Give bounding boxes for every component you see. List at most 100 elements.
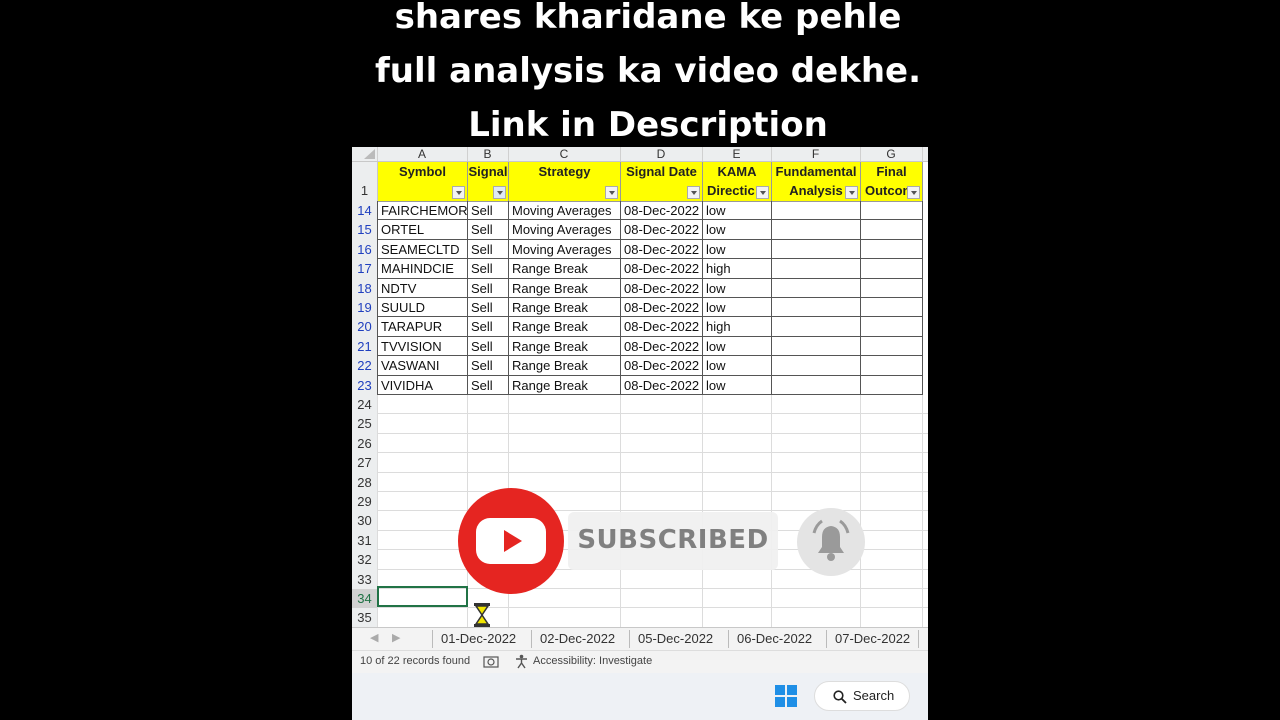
dropdown-icon[interactable]	[452, 186, 465, 199]
dropdown-icon[interactable]	[845, 186, 858, 199]
header-final-outcome[interactable]: Final Outcon	[861, 162, 923, 202]
table-cell-empty[interactable]	[772, 317, 861, 336]
row-number[interactable]: 16	[352, 240, 377, 259]
header-fundamental-analysis[interactable]: Fundamental Analysis	[772, 162, 861, 202]
table-cell-empty[interactable]	[861, 317, 923, 336]
table-cell-strategy[interactable]: Moving Averages	[509, 240, 621, 259]
table-cell-empty[interactable]	[861, 279, 923, 298]
row-number[interactable]: 28	[352, 473, 377, 492]
table-cell-date[interactable]: 08-Dec-2022	[621, 279, 703, 298]
youtube-play-icon[interactable]	[456, 486, 566, 596]
table-cell-empty[interactable]	[772, 376, 861, 395]
dropdown-icon[interactable]	[756, 186, 769, 199]
tab-07-dec-2022[interactable]: 07-Dec-2022	[826, 630, 920, 648]
table-cell-empty[interactable]	[861, 259, 923, 278]
taskbar-search-button[interactable]: Search	[814, 681, 910, 711]
header-signal[interactable]: Signal	[468, 162, 509, 202]
table-cell-strategy[interactable]: Moving Averages	[509, 220, 621, 239]
table-cell-empty[interactable]	[861, 201, 923, 220]
table-cell-symbol[interactable]: MAHINDCIE	[378, 259, 468, 278]
active-cell[interactable]	[377, 586, 468, 607]
row-number[interactable]: 29	[352, 492, 377, 511]
table-cell-strategy[interactable]: Moving Averages	[509, 201, 621, 220]
table-cell-strategy[interactable]: Range Break	[509, 259, 621, 278]
table-cell-symbol[interactable]: SEAMECLTD	[378, 240, 468, 259]
table-cell-symbol[interactable]: ORTEL	[378, 220, 468, 239]
table-cell-symbol[interactable]: NDTV	[378, 279, 468, 298]
table-cell-kama[interactable]: low	[703, 376, 772, 395]
header-signal-date[interactable]: Signal Date	[621, 162, 703, 202]
table-cell-empty[interactable]	[772, 240, 861, 259]
table-cell-date[interactable]: 08-Dec-2022	[621, 298, 703, 317]
filter-icon[interactable]	[493, 186, 506, 199]
table-cell-signal[interactable]: Sell	[468, 279, 509, 298]
row-number[interactable]: 32	[352, 550, 377, 569]
row-number[interactable]: 24	[352, 395, 377, 414]
header-kama-direction[interactable]: KAMA Directic	[703, 162, 772, 202]
row-number[interactable]: 23	[352, 376, 377, 395]
table-cell-strategy[interactable]: Range Break	[509, 279, 621, 298]
table-cell-kama[interactable]: low	[703, 356, 772, 375]
table-cell-signal[interactable]: Sell	[468, 240, 509, 259]
table-cell-signal[interactable]: Sell	[468, 317, 509, 336]
column-letter-d[interactable]: D	[620, 147, 703, 161]
table-cell-signal[interactable]: Sell	[468, 259, 509, 278]
table-cell-date[interactable]: 08-Dec-2022	[621, 337, 703, 356]
dropdown-icon[interactable]	[605, 186, 618, 199]
table-cell-kama[interactable]: low	[703, 279, 772, 298]
table-cell-signal[interactable]: Sell	[468, 376, 509, 395]
table-cell-date[interactable]: 08-Dec-2022	[621, 201, 703, 220]
table-cell-strategy[interactable]: Range Break	[509, 317, 621, 336]
next-sheet-arrow-icon[interactable]: ▶	[392, 631, 400, 644]
table-cell-strategy[interactable]: Range Break	[509, 356, 621, 375]
row-number[interactable]: 34	[352, 589, 377, 609]
row-number[interactable]: 22	[352, 356, 377, 375]
dropdown-icon[interactable]	[687, 186, 700, 199]
macro-record-icon[interactable]	[483, 655, 499, 669]
table-cell-symbol[interactable]: SUULD	[378, 298, 468, 317]
table-cell-symbol[interactable]: VASWANI	[378, 356, 468, 375]
table-cell-kama[interactable]: high	[703, 317, 772, 336]
prev-sheet-arrow-icon[interactable]: ◀	[370, 631, 378, 644]
table-cell-empty[interactable]	[772, 356, 861, 375]
header-symbol[interactable]: Symbol	[378, 162, 468, 202]
row-number[interactable]: 25	[352, 414, 377, 433]
tab-05-dec-2022[interactable]: 05-Dec-2022	[629, 630, 721, 648]
table-cell-strategy[interactable]: Range Break	[509, 337, 621, 356]
table-cell-empty[interactable]	[861, 240, 923, 259]
table-cell-symbol[interactable]: VIVIDHA	[378, 376, 468, 395]
row-number[interactable]: 21	[352, 337, 377, 356]
row-number[interactable]: 26	[352, 434, 377, 453]
table-cell-signal[interactable]: Sell	[468, 298, 509, 317]
table-cell-signal[interactable]: Sell	[468, 201, 509, 220]
column-letter-b[interactable]: B	[467, 147, 509, 161]
select-all-corner[interactable]	[352, 147, 378, 161]
subscribed-badge[interactable]: SUBSCRIBED	[568, 512, 778, 570]
table-cell-empty[interactable]	[861, 298, 923, 317]
row-number-1[interactable]: 1	[352, 181, 377, 200]
row-number[interactable]: 15	[352, 220, 377, 239]
column-letter-f[interactable]: F	[771, 147, 861, 161]
table-cell-date[interactable]: 08-Dec-2022	[621, 259, 703, 278]
table-cell-signal[interactable]: Sell	[468, 220, 509, 239]
row-number[interactable]: 17	[352, 259, 377, 278]
row-number[interactable]: 18	[352, 279, 377, 298]
bell-icon[interactable]	[796, 507, 866, 577]
table-cell-empty[interactable]	[861, 337, 923, 356]
table-cell-date[interactable]: 08-Dec-2022	[621, 356, 703, 375]
row-number[interactable]: 31	[352, 531, 377, 550]
table-cell-empty[interactable]	[861, 376, 923, 395]
table-cell-date[interactable]: 08-Dec-2022	[621, 376, 703, 395]
table-cell-kama[interactable]: low	[703, 201, 772, 220]
dropdown-icon[interactable]	[907, 186, 920, 199]
table-cell-empty[interactable]	[772, 220, 861, 239]
table-cell-empty[interactable]	[861, 220, 923, 239]
tab-01-dec-2022[interactable]: 01-Dec-2022	[432, 630, 524, 648]
table-cell-empty[interactable]	[772, 259, 861, 278]
table-cell-kama[interactable]: low	[703, 298, 772, 317]
table-cell-symbol[interactable]: TARAPUR	[378, 317, 468, 336]
row-number[interactable]: 14	[352, 201, 377, 220]
accessibility-icon[interactable]	[514, 654, 529, 669]
row-number[interactable]: 27	[352, 453, 377, 472]
row-number[interactable]: 19	[352, 298, 377, 317]
